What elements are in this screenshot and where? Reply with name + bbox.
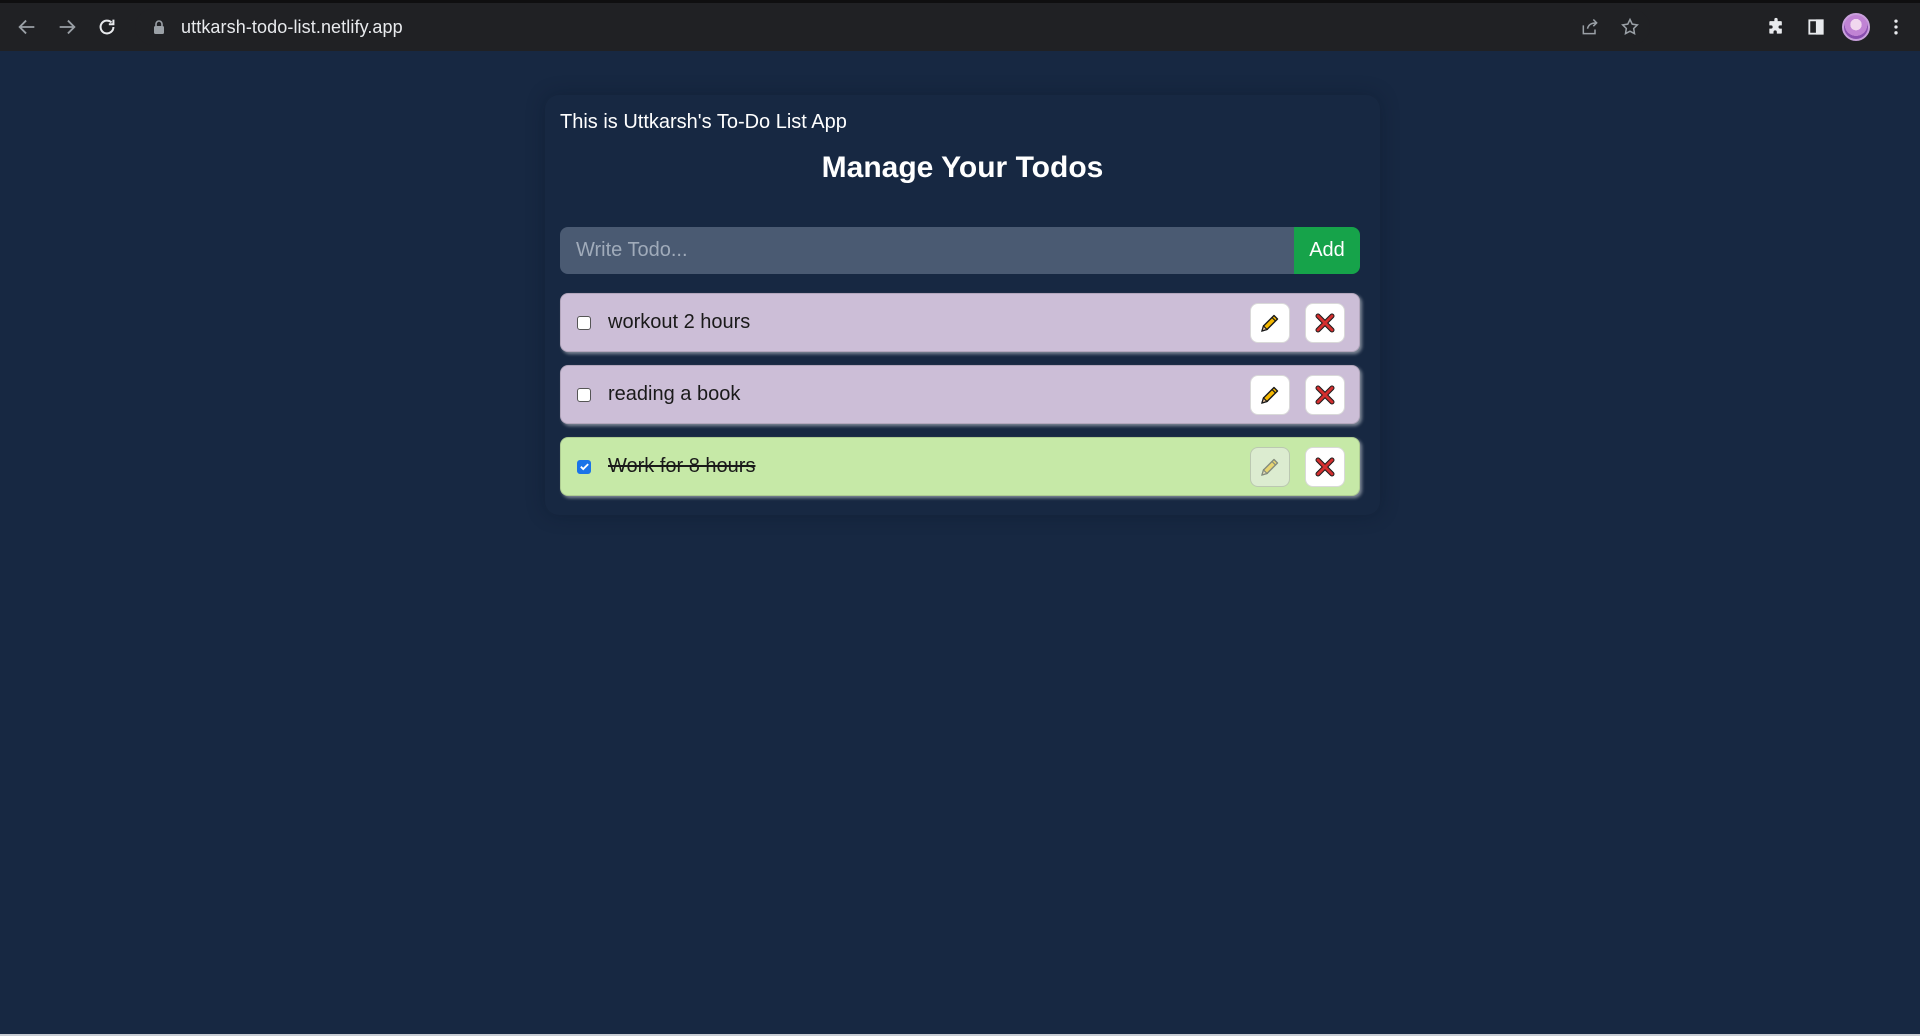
edit-button	[1250, 447, 1290, 487]
bookmark-button[interactable]	[1610, 9, 1650, 45]
arrow-right-icon	[59, 19, 76, 35]
close-icon	[1315, 457, 1335, 477]
add-button[interactable]: Add	[1294, 227, 1360, 274]
more-vertical-icon	[1894, 19, 1898, 35]
todo-app-card: This is Uttkarsh's To-Do List App Manage…	[545, 95, 1380, 515]
todo-text[interactable]: reading a book	[608, 383, 740, 406]
pencil-icon	[1261, 314, 1279, 332]
edit-button[interactable]	[1250, 375, 1290, 415]
todo-form: Add	[560, 227, 1360, 274]
todo-item: workout 2 hours	[560, 293, 1360, 352]
app-subtitle: This is Uttkarsh's To-Do List App	[560, 111, 847, 133]
todo-text[interactable]: workout 2 hours	[608, 311, 750, 334]
delete-button[interactable]	[1305, 447, 1345, 487]
todo-input[interactable]	[560, 227, 1294, 274]
page-title: Manage Your Todos	[821, 151, 1104, 184]
todo-text: Work for 8 hours	[608, 455, 756, 477]
todo-checkbox[interactable]	[577, 315, 591, 330]
extensions-button[interactable]	[1756, 7, 1796, 47]
menu-button[interactable]	[1876, 7, 1916, 47]
address-bar[interactable]: uttkarsh-todo-list.netlify.app	[135, 9, 1650, 45]
forward-button[interactable]	[47, 7, 87, 47]
close-icon	[1315, 313, 1335, 333]
profile-button[interactable]	[1836, 7, 1876, 47]
browser-toolbar: uttkarsh-todo-list.netlify.app	[0, 0, 1920, 51]
delete-button[interactable]	[1305, 375, 1345, 415]
pencil-icon	[1261, 458, 1279, 476]
todo-item: Work for 8 hours	[560, 437, 1360, 496]
close-icon	[1315, 385, 1335, 405]
puzzle-icon	[1769, 17, 1782, 34]
reload-icon	[99, 19, 115, 35]
side-panel-icon	[1808, 19, 1824, 35]
reload-button[interactable]	[87, 7, 127, 47]
delete-button[interactable]	[1305, 303, 1345, 343]
todo-item: reading a book	[560, 365, 1360, 424]
share-button[interactable]	[1570, 9, 1610, 45]
todo-list: workout 2 hours reading a book Work for …	[560, 293, 1360, 509]
todo-checkbox[interactable]	[577, 459, 591, 474]
arrow-left-icon	[18, 19, 35, 35]
lock-icon	[154, 20, 164, 34]
checkmark-icon	[579, 463, 589, 471]
avatar	[1842, 13, 1870, 41]
todo-checkbox[interactable]	[577, 387, 591, 402]
edit-button[interactable]	[1250, 303, 1290, 343]
star-icon	[1621, 17, 1639, 35]
side-panel-button[interactable]	[1796, 7, 1836, 47]
back-button[interactable]	[7, 7, 47, 47]
share-icon	[1582, 18, 1598, 35]
pencil-icon	[1261, 386, 1279, 404]
url-text: uttkarsh-todo-list.netlify.app	[181, 16, 403, 37]
